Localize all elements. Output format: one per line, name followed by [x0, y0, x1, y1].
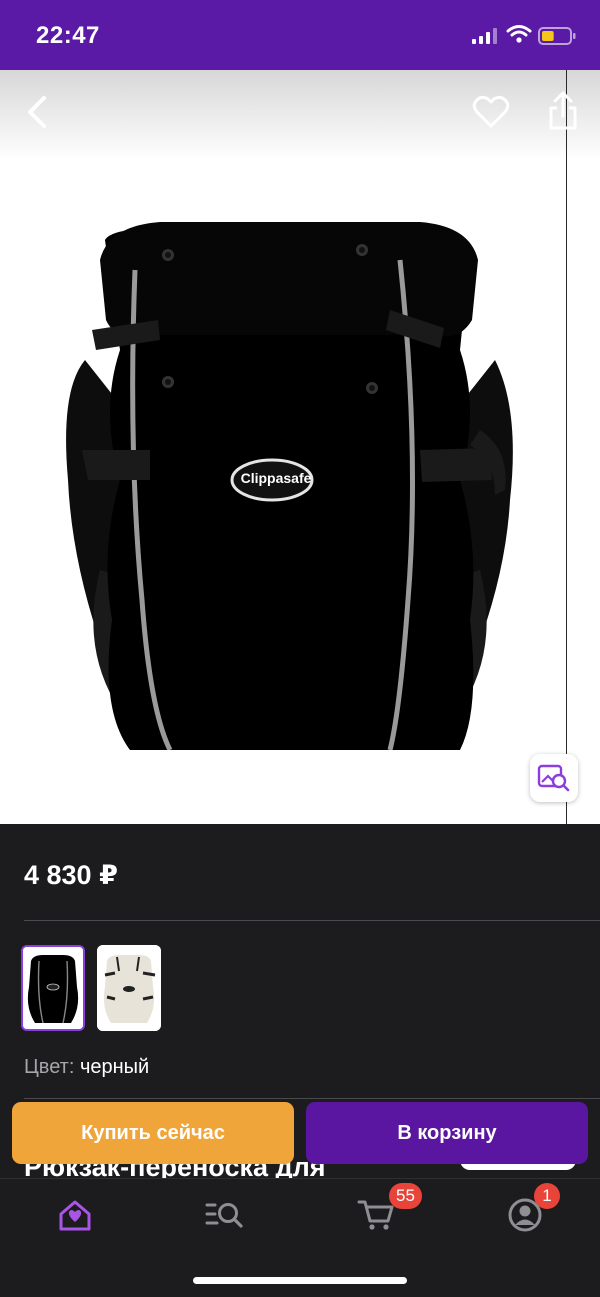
cart-icon [357, 1200, 394, 1230]
brand-logo: Clippasafe [240, 470, 312, 486]
cart-count-badge: 55 [389, 1183, 422, 1209]
color-row: Цвет: черный [24, 1056, 149, 1079]
signal-icon [472, 28, 497, 44]
swatch-beige[interactable] [97, 945, 161, 1031]
status-bar: 22:47 [0, 0, 600, 70]
divider [24, 920, 600, 921]
status-time: 22:47 [36, 22, 100, 49]
visual-search-button[interactable] [530, 754, 578, 802]
home-icon [59, 1200, 91, 1231]
product-image [66, 222, 513, 750]
share-icon[interactable] [546, 90, 580, 132]
product-gallery[interactable]: Clippasafe [0, 70, 600, 824]
buy-now-button[interactable]: Купить сейчас [12, 1102, 294, 1164]
back-icon[interactable] [22, 92, 52, 132]
color-label: Цвет: [24, 1056, 75, 1078]
profile-notification-badge: 1 [534, 1183, 560, 1209]
color-value: черный [79, 1056, 150, 1078]
wifi-icon [506, 25, 532, 43]
tab-catalog[interactable] [203, 1195, 247, 1235]
catalog-search-icon [205, 1203, 243, 1228]
home-indicator [193, 1277, 407, 1284]
swatch-black[interactable] [21, 945, 85, 1031]
divider [24, 1098, 600, 1099]
battery-icon [538, 27, 576, 45]
tab-home[interactable] [53, 1195, 97, 1235]
add-to-cart-button[interactable]: В корзину [306, 1102, 588, 1164]
heart-icon[interactable] [472, 94, 510, 130]
product-price: 4 830 ₽ [24, 860, 118, 890]
image-search-icon [537, 764, 570, 792]
